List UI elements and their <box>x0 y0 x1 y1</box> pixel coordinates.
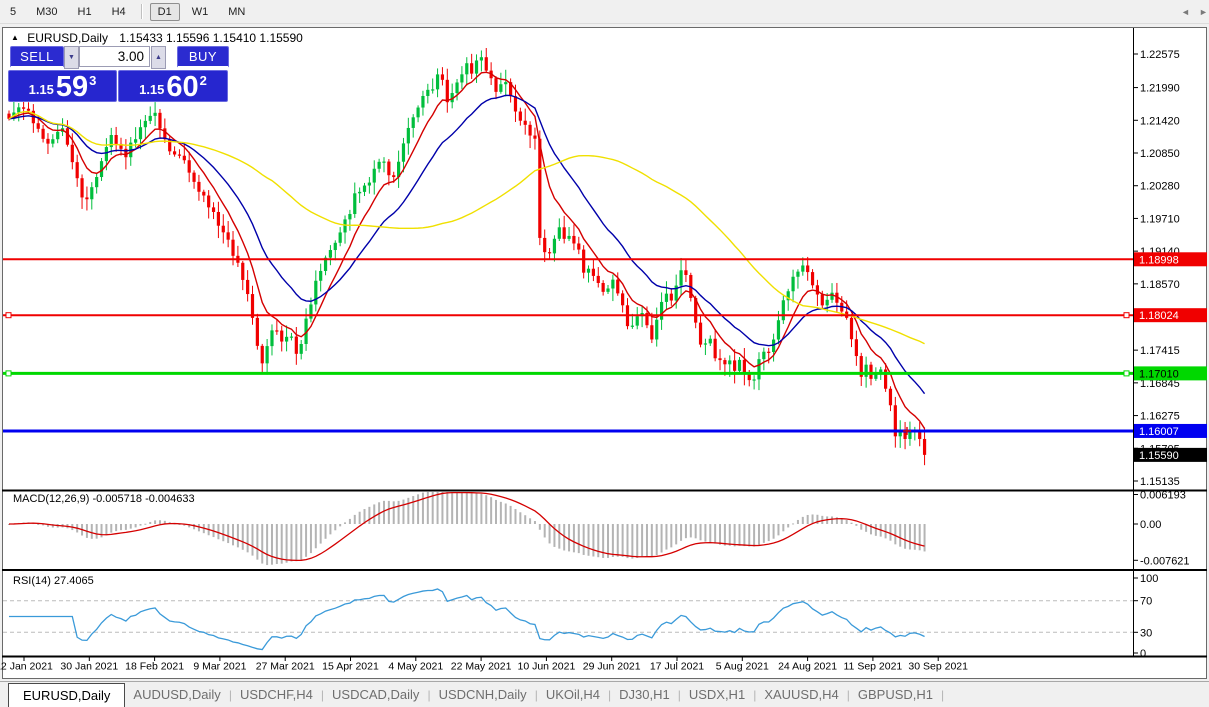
buy-price-point: 2 <box>200 73 207 88</box>
trading-terminal: 5M30 H1H4 D1W1MN 1.22575 1.21990 1.21420 1.20… <box>0 0 1209 707</box>
tab-usdcad-daily[interactable]: USDCAD,Daily <box>324 683 427 707</box>
date-label: 12 Jan 2021 <box>0 661 53 673</box>
tab-usdx-h1[interactable]: USDX,H1 <box>681 683 753 707</box>
svg-text:70: 70 <box>1140 596 1152 608</box>
date-label: 30 Sep 2021 <box>908 661 968 673</box>
date-label: 17 Jul 2021 <box>650 661 704 673</box>
tab-eurusd-daily[interactable]: EURUSD,Daily <box>8 683 125 707</box>
sell-button[interactable]: SELL <box>10 46 64 68</box>
timeframe-toolbar: 5M30 H1H4 D1W1MN <box>0 0 1209 24</box>
sell-price-pips: 59 <box>56 74 88 100</box>
lot-size-input[interactable] <box>79 46 150 67</box>
svg-text:1.20280: 1.20280 <box>1140 181 1180 193</box>
rsi-indicator-label: RSI(14) 27.4065 <box>13 575 94 587</box>
date-label: 4 May 2021 <box>388 661 443 673</box>
chart-canvas[interactable]: 1.22575 1.21990 1.21420 1.20850 1.20280 1.197… <box>0 0 1209 707</box>
tab-scroll-right-icon[interactable]: ► <box>1199 7 1208 17</box>
svg-text:1.21990: 1.21990 <box>1140 83 1180 95</box>
sell-price-display[interactable]: 1.15 59 3 <box>8 70 117 102</box>
svg-text:1.16275: 1.16275 <box>1140 411 1180 423</box>
arrow-down-icon: ▼ <box>68 54 75 61</box>
svg-text:1.22575: 1.22575 <box>1140 49 1180 61</box>
tab-separator: | <box>941 688 944 707</box>
tab-audusd-daily[interactable]: AUDUSD,Daily <box>125 683 228 707</box>
svg-text:1.16007: 1.16007 <box>1139 426 1179 438</box>
date-label: 5 Aug 2021 <box>716 661 769 673</box>
buy-price-display[interactable]: 1.15 60 2 <box>118 70 228 102</box>
svg-text:30: 30 <box>1140 627 1152 639</box>
svg-text:1.20850: 1.20850 <box>1140 148 1180 160</box>
svg-text:1.18024: 1.18024 <box>1139 310 1179 322</box>
svg-text:1.21420: 1.21420 <box>1140 115 1180 127</box>
timeframe-button-h1[interactable]: H1 <box>70 3 100 21</box>
timeframe-button-w1[interactable]: W1 <box>184 3 217 21</box>
svg-text:0.006193: 0.006193 <box>1140 490 1186 502</box>
svg-text:100: 100 <box>1140 573 1158 585</box>
svg-text:1.17415: 1.17415 <box>1140 345 1180 357</box>
svg-text:1.19710: 1.19710 <box>1140 213 1180 225</box>
chart-symbol: EURUSD,Daily <box>27 31 108 45</box>
lot-increase-button[interactable]: ▲ <box>151 46 166 69</box>
tab-ukoil-h4[interactable]: UKOil,H4 <box>538 683 608 707</box>
svg-text:0.00: 0.00 <box>1140 519 1161 531</box>
tab-dj30-h1[interactable]: DJ30,H1 <box>611 683 678 707</box>
toolbar-separator <box>141 4 143 19</box>
date-label: 30 Jan 2021 <box>60 661 118 673</box>
macd-indicator-label: MACD(12,26,9) -0.005718 -0.004633 <box>13 493 195 505</box>
svg-text:1.15135: 1.15135 <box>1140 476 1180 488</box>
symbol-tabbar: EURUSD,DailyAUDUSD,Daily|USDCHF,H4|USDCA… <box>0 681 1209 707</box>
tab-usdchf-h4[interactable]: USDCHF,H4 <box>232 683 321 707</box>
date-label: 18 Feb 2021 <box>125 661 184 673</box>
date-label: 29 Jun 2021 <box>583 661 641 673</box>
svg-text:0: 0 <box>1140 648 1146 660</box>
timeframe-button-5[interactable]: 5 <box>2 3 24 21</box>
chart-ohlc: 1.15433 1.15596 1.15410 1.15590 <box>119 31 303 45</box>
date-label: 24 Aug 2021 <box>778 661 837 673</box>
svg-text:1.15590: 1.15590 <box>1139 450 1179 462</box>
tab-xauusd-h4[interactable]: XAUUSD,H4 <box>756 683 846 707</box>
sell-price-point: 3 <box>89 73 96 88</box>
timeframe-button-mn[interactable]: MN <box>220 3 253 21</box>
timeframe-button-h4[interactable]: H4 <box>104 3 134 21</box>
arrow-up-icon: ▲ <box>155 54 162 61</box>
svg-text:1.17010: 1.17010 <box>1139 368 1179 380</box>
date-label: 9 Mar 2021 <box>193 661 246 673</box>
date-label: 11 Sep 2021 <box>844 661 903 673</box>
buy-price-prefix: 1.15 <box>139 82 164 97</box>
buy-button[interactable]: BUY <box>177 46 229 68</box>
date-label: 22 May 2021 <box>451 661 512 673</box>
svg-text:-0.007621: -0.007621 <box>1140 555 1190 567</box>
collapse-triangle-icon[interactable]: ▲ <box>11 33 19 42</box>
tab-scroll-left-icon[interactable]: ◄ <box>1181 7 1190 17</box>
chart-title: ▲ EURUSD,Daily 1.15433 1.15596 1.15410 1… <box>11 31 303 45</box>
buy-price-pips: 60 <box>166 74 198 100</box>
sell-price-prefix: 1.15 <box>29 82 54 97</box>
date-label: 10 Jun 2021 <box>517 661 575 673</box>
date-label: 15 Apr 2021 <box>322 661 379 673</box>
lot-decrease-button[interactable]: ▼ <box>64 46 79 69</box>
svg-text:1.18998: 1.18998 <box>1139 254 1179 266</box>
timeframe-button-m30[interactable]: M30 <box>28 3 65 21</box>
timeframe-button-d1[interactable]: D1 <box>150 3 180 21</box>
tab-gbpusd-h1[interactable]: GBPUSD,H1 <box>850 683 941 707</box>
tab-usdcnh-daily[interactable]: USDCNH,Daily <box>431 683 535 707</box>
chart-window-frame <box>3 28 1207 679</box>
svg-text:1.18570: 1.18570 <box>1140 279 1180 291</box>
date-label: 27 Mar 2021 <box>256 661 315 673</box>
